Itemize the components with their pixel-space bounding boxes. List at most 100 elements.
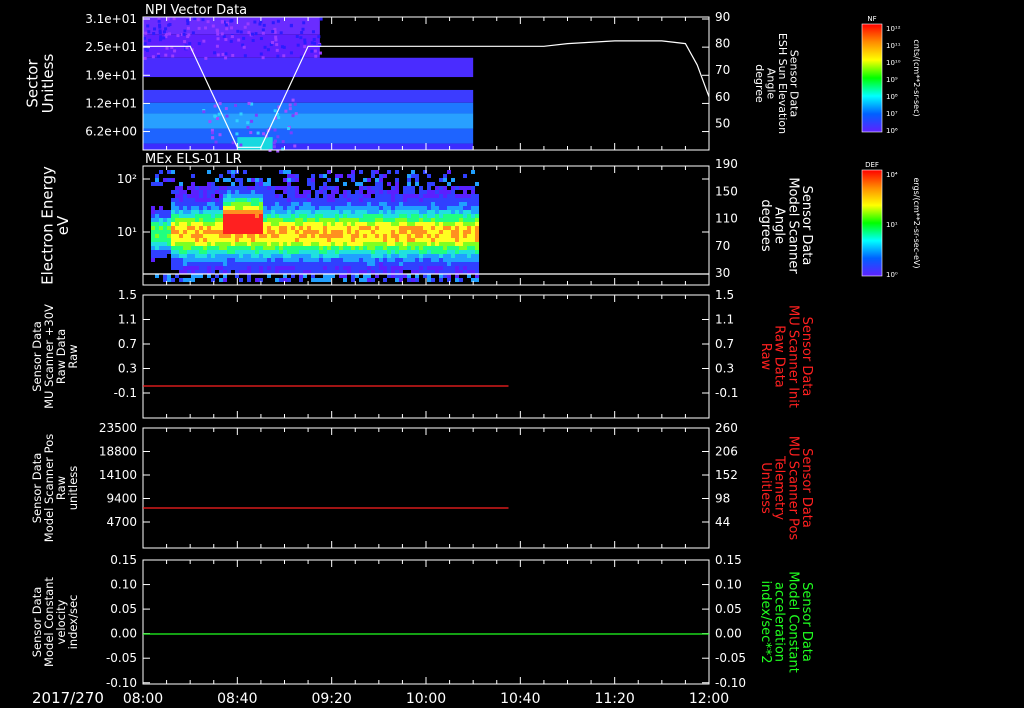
spectrogram-cell xyxy=(239,194,243,198)
spectrogram-cell xyxy=(235,246,239,250)
spectrogram-cell xyxy=(443,174,447,178)
spectrogram-cell xyxy=(183,190,187,194)
spectrogram-cell xyxy=(431,266,435,270)
heatmap-speck xyxy=(293,144,297,148)
spectrogram-cell xyxy=(399,246,403,250)
spectrogram-cell xyxy=(475,182,479,186)
spectrogram-cell xyxy=(331,250,335,254)
spectrogram-cell xyxy=(431,246,435,250)
spectrogram-cell xyxy=(347,214,351,218)
spectrogram-cell xyxy=(155,250,159,254)
spectrogram-cell xyxy=(159,238,163,242)
spectrogram-cell xyxy=(235,218,239,222)
spectrogram-cell xyxy=(199,250,203,254)
spectrogram-cell xyxy=(267,190,271,194)
spectrogram-cell xyxy=(371,210,375,214)
spectrogram-cell xyxy=(295,218,299,222)
spectrogram-cell xyxy=(175,242,179,246)
spectrogram-cell xyxy=(339,246,343,250)
spectrogram-cell xyxy=(171,202,175,206)
spectrogram-cell xyxy=(287,218,291,222)
spectrogram-cell xyxy=(295,266,299,270)
spectrogram-cell xyxy=(367,194,371,198)
spectrogram-cell xyxy=(227,230,231,234)
heatmap-speck xyxy=(281,140,285,144)
spectrogram-cell xyxy=(431,262,435,266)
spectrogram-cell xyxy=(471,226,475,230)
spectrogram-cell xyxy=(371,198,375,202)
spectrogram-cell xyxy=(315,210,319,214)
spectrogram-cell xyxy=(171,234,175,238)
spectrogram-cell xyxy=(187,266,191,270)
spectrogram-cell xyxy=(463,218,467,222)
heatmap-speck xyxy=(216,37,220,41)
spectrogram-cell xyxy=(271,202,275,206)
spectrogram-cell xyxy=(391,262,395,266)
spectrogram-cell xyxy=(291,262,295,266)
spectrogram-cell xyxy=(315,198,319,202)
heatmap-speck xyxy=(159,37,163,41)
heatmap-speck xyxy=(282,54,286,58)
spectrogram-cell xyxy=(227,222,231,226)
spectrogram-cell xyxy=(427,202,431,206)
spectrogram-cell xyxy=(383,246,387,250)
spectrogram-cell xyxy=(371,206,375,210)
spectrogram-cell xyxy=(307,266,311,270)
spectrogram-cell xyxy=(243,266,247,270)
spectrogram-cell xyxy=(395,230,399,234)
spectrogram-cell xyxy=(387,218,391,222)
spectrogram-cell xyxy=(363,222,367,226)
colorbar-strip xyxy=(861,169,883,277)
spectrogram-cell xyxy=(363,206,367,210)
spectrogram-cell xyxy=(419,186,423,190)
spectrogram-cell xyxy=(395,190,399,194)
spectrogram-cell xyxy=(295,234,299,238)
spectrogram-cell xyxy=(175,206,179,210)
left-tick-label: -0.05 xyxy=(106,651,137,665)
spectrogram-cell xyxy=(403,238,407,242)
spectrogram-cell xyxy=(327,234,331,238)
spectrogram-cell xyxy=(455,258,459,262)
spectrogram-cell xyxy=(363,266,367,270)
spectrogram-cell xyxy=(419,214,423,218)
spectrogram-cell xyxy=(167,278,171,282)
spectrogram-cell xyxy=(439,202,443,206)
spectrogram-cell xyxy=(343,222,347,226)
spectrogram-cell xyxy=(255,238,259,242)
spectrogram-cell xyxy=(347,234,351,238)
spectrogram-cell xyxy=(267,266,271,270)
spectrogram-cell xyxy=(191,246,195,250)
spectrogram-cell xyxy=(303,214,307,218)
heatmap-speck xyxy=(152,32,156,36)
spectrogram-cell xyxy=(351,262,355,266)
spectrogram-cell xyxy=(283,250,287,254)
spectrogram-cell xyxy=(347,198,351,202)
heatmap-speck xyxy=(153,27,157,31)
spectrogram-cell xyxy=(431,218,435,222)
spectrogram-cell xyxy=(359,226,363,230)
spectrogram-cell xyxy=(239,222,243,226)
spectrogram-cell xyxy=(287,266,291,270)
spectrogram-cell xyxy=(439,210,443,214)
spectrogram-cell xyxy=(179,190,183,194)
spectrogram-cell xyxy=(399,226,403,230)
spectrogram-cell xyxy=(263,254,267,258)
spectrogram-cell xyxy=(259,246,263,250)
spectrogram-cell xyxy=(187,218,191,222)
spectrogram-cell xyxy=(283,170,287,174)
spectrogram-cell xyxy=(307,262,311,266)
spectrogram-cell xyxy=(431,206,435,210)
colorbar-tick-label: 10⁶ xyxy=(886,127,898,135)
spectrogram-cell xyxy=(447,170,451,174)
spectrogram-cell xyxy=(439,262,443,266)
spectrogram-cell xyxy=(439,218,443,222)
spectrogram-cell xyxy=(303,222,307,226)
right-axis-label-line: degree xyxy=(753,64,766,103)
spectrogram-cell xyxy=(259,266,263,270)
spectrogram-cell xyxy=(439,238,443,242)
heatmap-speck xyxy=(310,41,314,45)
spectrogram-cell xyxy=(183,246,187,250)
spectrogram-cell xyxy=(247,254,251,258)
spectrogram-cell xyxy=(367,214,371,218)
right-tick-label: 260 xyxy=(715,421,738,435)
